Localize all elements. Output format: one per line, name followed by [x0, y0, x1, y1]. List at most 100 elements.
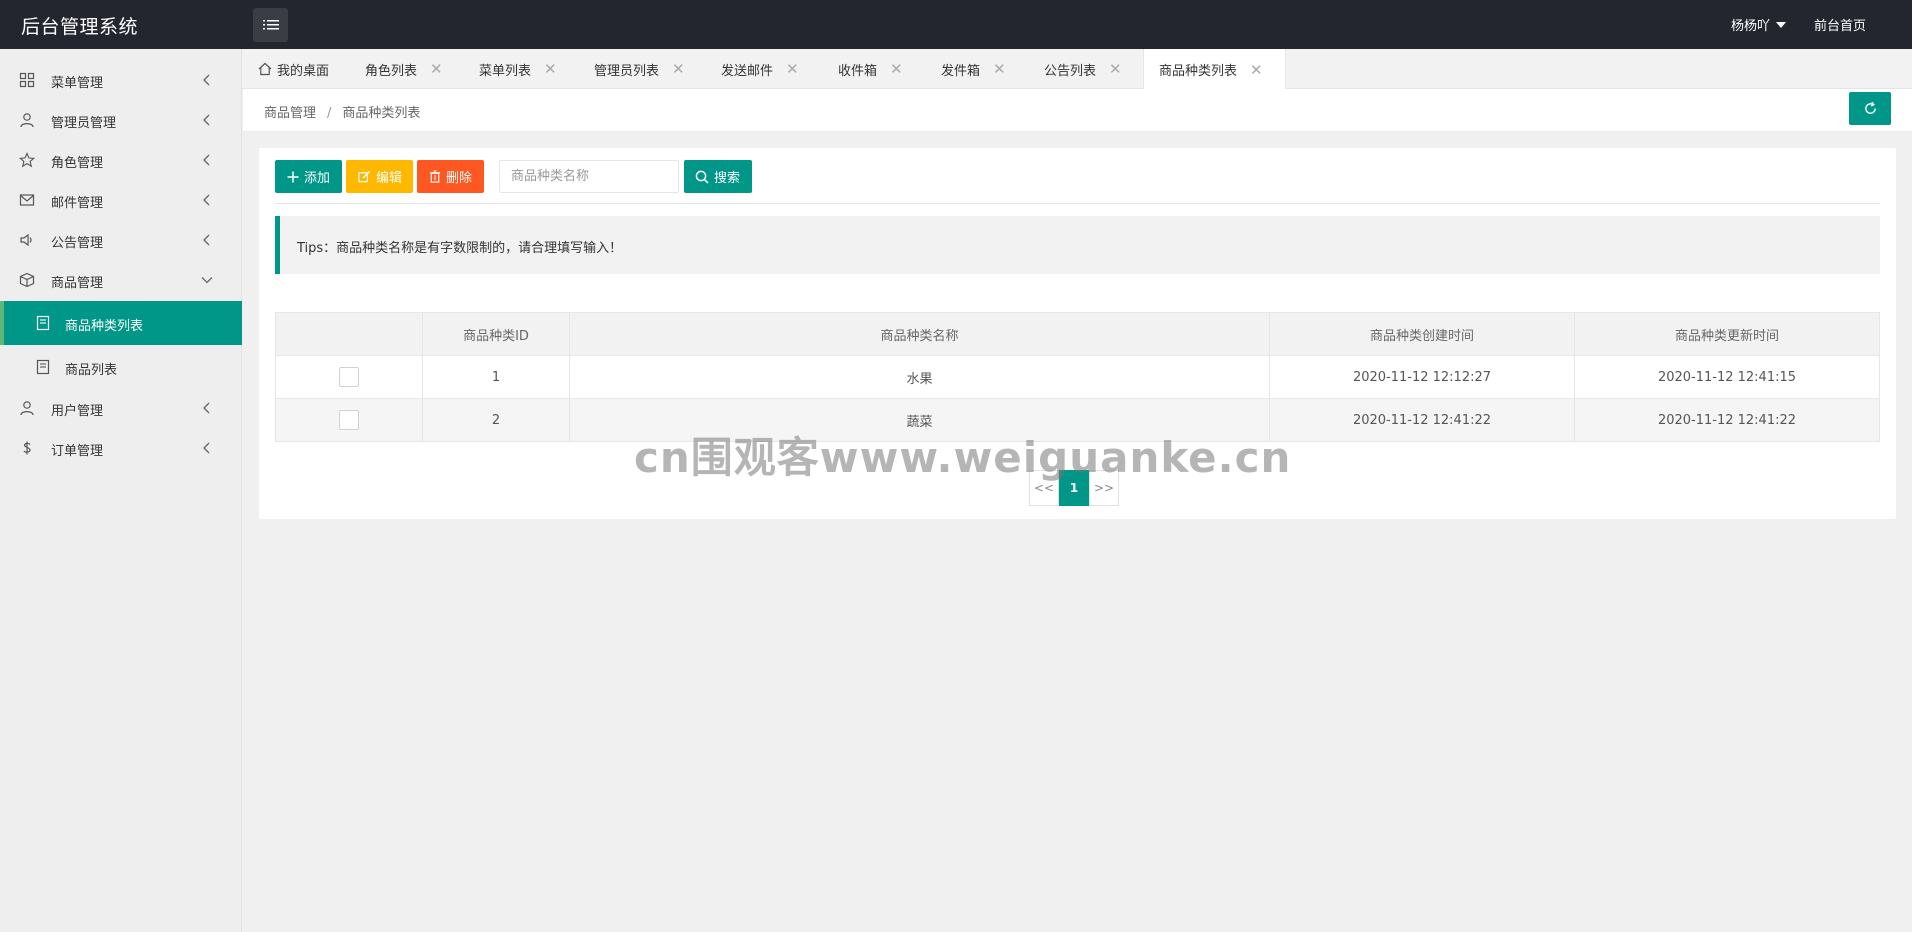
chevron-left-icon	[203, 402, 210, 414]
chevron-left-icon	[203, 194, 210, 206]
tips-text: Tips：商品种类名称是有字数限制的，请合理填写输入！	[297, 241, 623, 256]
sidebar-item-label: 公告管理	[51, 236, 104, 251]
search-button[interactable]: 搜索	[684, 160, 752, 193]
delete-button-label: 删除	[446, 171, 473, 186]
table-row[interactable]: 1 水果 2020-11-12 12:12:27 2020-11-12 12:4…	[275, 355, 1880, 399]
sidebar-item-label: 角色管理	[51, 156, 104, 171]
breadcrumb-separator: /	[327, 106, 332, 121]
category-table: 商品种类ID 商品种类名称 商品种类创建时间 商品种类更新时间 1 水果 202…	[275, 312, 1880, 442]
trash-icon	[429, 170, 441, 183]
table-header-row: 商品种类ID 商品种类名称 商品种类创建时间 商品种类更新时间	[275, 312, 1880, 356]
front-home-link[interactable]: 前台首页	[1814, 15, 1866, 34]
close-icon[interactable]: ✕	[430, 60, 443, 78]
cell-created: 2020-11-12 12:41:22	[1269, 398, 1575, 442]
breadcrumb-parent[interactable]: 商品管理	[264, 106, 316, 121]
tab-label: 公告列表	[1044, 63, 1097, 79]
refresh-icon	[1864, 101, 1876, 114]
tab-outbox[interactable]: 发件箱 ✕	[941, 49, 1006, 89]
category-name-search-input[interactable]	[499, 160, 679, 193]
user-icon	[20, 113, 34, 128]
breadcrumb: 商品管理 / 商品种类列表	[264, 102, 420, 121]
tab-admin-list[interactable]: 管理员列表 ✕	[594, 49, 685, 89]
plus-icon	[287, 171, 299, 182]
column-header-select	[275, 312, 423, 356]
tab-role-list[interactable]: 角色列表 ✕	[365, 49, 443, 89]
close-icon[interactable]: ✕	[786, 60, 799, 78]
sidebar-subitem-goods-list[interactable]: 商品列表	[0, 345, 242, 389]
document-icon	[36, 315, 50, 331]
user-menu[interactable]: 杨杨吖	[1731, 15, 1787, 34]
tab-inbox[interactable]: 收件箱 ✕	[838, 49, 903, 89]
chevron-down-icon	[201, 277, 213, 284]
close-icon[interactable]: ✕	[1250, 61, 1263, 79]
edit-icon	[358, 170, 371, 183]
close-icon[interactable]: ✕	[672, 60, 685, 78]
close-icon[interactable]: ✕	[890, 60, 903, 78]
sidebar-item-notice[interactable]: 公告管理	[0, 220, 242, 260]
tips-box: Tips：商品种类名称是有字数限制的，请合理填写输入！	[275, 216, 1880, 274]
row-checkbox[interactable]	[339, 367, 359, 387]
cell-updated: 2020-11-12 12:41:15	[1574, 355, 1880, 399]
tab-label: 我的桌面	[277, 63, 330, 79]
cell-id: 2	[422, 398, 570, 442]
column-header-created: 商品种类创建时间	[1269, 312, 1575, 356]
close-icon[interactable]: ✕	[544, 60, 557, 78]
sidebar-subitem-label: 商品列表	[65, 363, 118, 378]
add-button[interactable]: 添加	[275, 160, 342, 193]
tab-menu-list[interactable]: 菜单列表 ✕	[479, 49, 557, 89]
delete-button[interactable]: 删除	[417, 160, 484, 193]
app-title: 后台管理系统	[21, 16, 139, 38]
menu-toggle-button[interactable]	[253, 8, 288, 42]
tab-desktop[interactable]: 我的桌面	[258, 49, 329, 89]
document-icon	[36, 359, 50, 375]
edit-button[interactable]: 编辑	[346, 160, 413, 193]
sidebar-item-label: 用户管理	[51, 404, 104, 419]
column-header-updated: 商品种类更新时间	[1574, 312, 1880, 356]
sidebar-item-admins[interactable]: 管理员管理	[0, 100, 242, 140]
sidebar-item-goods[interactable]: 商品管理	[0, 260, 242, 300]
sidebar-item-menu[interactable]: 菜单管理	[0, 60, 242, 100]
sidebar-item-roles[interactable]: 角色管理	[0, 140, 242, 180]
column-header-id: 商品种类ID	[422, 312, 570, 356]
add-button-label: 添加	[304, 171, 331, 186]
sidebar-item-mail[interactable]: 邮件管理	[0, 180, 242, 220]
list-icon	[262, 20, 279, 30]
edit-button-label: 编辑	[376, 171, 403, 186]
caret-down-icon	[1776, 21, 1787, 28]
tab-label: 收件箱	[838, 63, 878, 79]
box-icon	[19, 272, 35, 288]
sidebar-item-orders[interactable]: 订单管理	[0, 428, 242, 468]
sidebar-item-label: 管理员管理	[51, 116, 117, 131]
watermark-text: cn围观客www.weiguanke.cn	[634, 433, 1292, 482]
search-button-label: 搜索	[714, 171, 741, 186]
sidebar: 菜单管理 管理员管理 角色管理 邮件管理 公告管理 商品管理 商品种类列表 商品…	[0, 49, 242, 932]
chevron-left-icon	[203, 74, 210, 86]
close-icon[interactable]: ✕	[1109, 60, 1122, 78]
tab-notice-list[interactable]: 公告列表 ✕	[1044, 49, 1122, 89]
row-checkbox[interactable]	[339, 410, 359, 430]
chevron-left-icon	[203, 234, 210, 246]
sidebar-item-users[interactable]: 用户管理	[0, 388, 242, 428]
sidebar-item-label: 菜单管理	[51, 76, 104, 91]
sidebar-item-label: 邮件管理	[51, 196, 104, 211]
sidebar-subitem-goods-category[interactable]: 商品种类列表	[0, 301, 242, 345]
tab-label: 菜单列表	[479, 63, 532, 79]
chevron-left-icon	[203, 154, 210, 166]
close-icon[interactable]: ✕	[993, 60, 1006, 78]
tab-label: 发送邮件	[721, 63, 774, 79]
row-select-cell	[275, 398, 423, 442]
column-header-name: 商品种类名称	[569, 312, 1270, 356]
tab-label: 发件箱	[941, 63, 981, 79]
breadcrumb-current: 商品种类列表	[342, 106, 421, 121]
sidebar-subitem-label: 商品种类列表	[65, 319, 144, 334]
user-icon	[20, 401, 34, 416]
refresh-button[interactable]	[1849, 92, 1891, 125]
top-header: 后台管理系统 杨杨吖 前台首页	[0, 0, 1912, 49]
user-name: 杨杨吖	[1731, 19, 1771, 34]
home-icon	[258, 62, 272, 76]
tab-goods-category-list[interactable]: 商品种类列表 ✕	[1143, 49, 1286, 90]
tab-bar: 我的桌面 角色列表 ✕ 菜单列表 ✕ 管理员列表 ✕ 发送邮件 ✕ 收件箱 ✕ 发件箱 ✕ …	[243, 49, 1912, 90]
cell-name: 水果	[569, 355, 1270, 399]
tab-send-mail[interactable]: 发送邮件 ✕	[721, 49, 799, 89]
chevron-left-icon	[203, 114, 210, 126]
